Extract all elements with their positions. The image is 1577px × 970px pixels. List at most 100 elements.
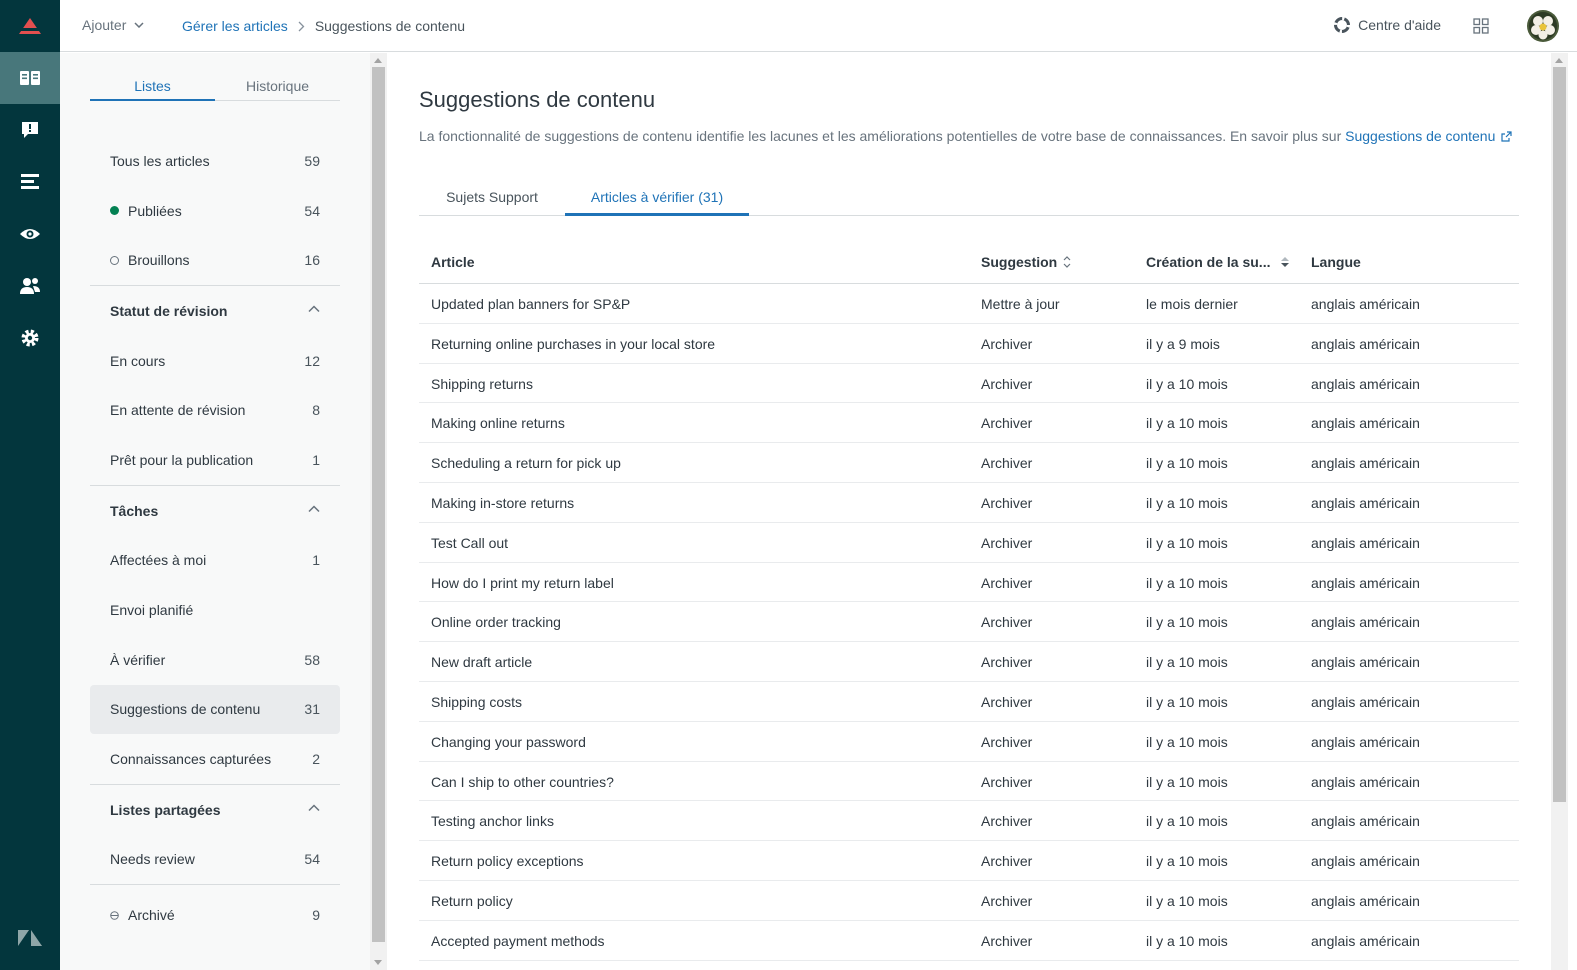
table-row[interactable]: Scheduling a return for pick up Archiver i… — [419, 443, 1519, 483]
sidebar-item-in-progress[interactable]: En cours 12 — [90, 336, 340, 386]
sort-icon — [1063, 256, 1071, 268]
add-menu-button[interactable]: Ajouter — [82, 17, 144, 33]
table-row[interactable]: Making in-store returns Archiver il y a 10… — [419, 483, 1519, 523]
column-header-article[interactable]: Article — [431, 254, 475, 270]
table-row[interactable]: Online order tracking Archiver il y a 10 m… — [419, 602, 1519, 643]
created-cell: il y a 10 mois — [1146, 574, 1228, 591]
section-shared-lists[interactable]: Listes partagées — [90, 785, 340, 835]
language-cell: anglais américain — [1311, 494, 1420, 511]
table-row[interactable]: Shipping returns Archiver il y a 10 mois an… — [419, 364, 1519, 404]
sidebar-item-all-articles[interactable]: Tous les articles 59 — [90, 136, 340, 186]
sidebar-item-count: 16 — [304, 252, 320, 269]
sidebar-item-count: 54 — [304, 202, 320, 219]
language-cell: anglais américain — [1311, 415, 1420, 432]
suggestion-cell: Archiver — [981, 693, 1033, 710]
sidebar-item-published[interactable]: Publiées 54 — [90, 186, 340, 236]
sidebar-item-archived[interactable]: Archivé 9 — [90, 885, 340, 945]
view-eye-icon[interactable] — [0, 208, 60, 260]
sidebar-item-drafts[interactable]: Brouillons 16 — [90, 235, 340, 285]
scroll-up-icon[interactable] — [374, 58, 382, 63]
column-header-suggestion[interactable]: Suggestion — [981, 254, 1071, 270]
suggestion-cell: Archiver — [981, 415, 1033, 432]
learn-more-link[interactable]: Suggestions de contenu — [1345, 128, 1512, 144]
table-row[interactable]: Test Call out Archiver il y a 10 mois angla… — [419, 523, 1519, 563]
main-content: Suggestions de contenu La fonctionnalité… — [388, 53, 1551, 970]
table-row[interactable]: Testing anchor links Archiver il y a 10 mo… — [419, 801, 1519, 842]
help-center-button[interactable]: Centre d'aide — [1334, 17, 1441, 33]
table-row[interactable]: Making online returns Archiver il y a 10 m… — [419, 403, 1519, 444]
sidebar-item-ready-to-publish[interactable]: Prêt pour la publication 1 — [90, 435, 340, 485]
article-cell: Can I ship to other countries? — [431, 773, 614, 790]
article-cell: How do I print my return label — [431, 574, 614, 591]
table-row[interactable]: Return policy Archiver il y a 10 mois angla… — [419, 881, 1519, 921]
sidebar-scrollbar[interactable] — [370, 53, 387, 970]
sidebar-item-to-verify[interactable]: À vérifier 58 — [90, 635, 340, 685]
section-review-status[interactable]: Statut de révision — [90, 286, 340, 336]
language-cell: anglais américain — [1311, 455, 1420, 472]
product-rail — [0, 0, 60, 970]
user-avatar[interactable] — [1527, 10, 1559, 42]
main-scrollbar[interactable] — [1551, 53, 1568, 970]
guide-logo-icon[interactable] — [0, 0, 60, 52]
feedback-icon[interactable] — [0, 104, 60, 156]
zendesk-logo-icon[interactable] — [0, 914, 60, 962]
tab-history[interactable]: Historique — [215, 77, 340, 101]
scrollbar-thumb[interactable] — [1553, 67, 1566, 802]
table-row[interactable]: Changing your password Archiver il y a 10 … — [419, 722, 1519, 762]
suggestion-cell: Archiver — [981, 455, 1033, 472]
published-status-icon — [110, 206, 119, 216]
column-header-label: Suggestion — [981, 254, 1058, 270]
language-cell: anglais américain — [1311, 296, 1420, 312]
created-cell: le mois dernier — [1146, 296, 1238, 312]
sidebar-item-label: En attente de révision — [110, 402, 246, 419]
sidebar-item-captured-knowledge[interactable]: Connaissances capturées 2 — [90, 734, 340, 784]
suggestion-cell: Archiver — [981, 335, 1033, 352]
table-row[interactable]: New draft article Archiver il y a 10 mois a… — [419, 642, 1519, 682]
article-cell: Accepted payment methods — [431, 932, 605, 949]
tab-lists[interactable]: Listes — [90, 77, 215, 101]
breadcrumb-link-manage-articles[interactable]: Gérer les articles — [182, 18, 288, 34]
scrollbar-thumb[interactable] — [372, 67, 385, 942]
sidebar-item-label: Brouillons — [128, 252, 190, 269]
breadcrumb: Gérer les articles Suggestions de conten… — [182, 18, 465, 34]
sidebar-item-label: Tous les articles — [110, 152, 210, 169]
table-row[interactable]: Shipping costs Archiver il y a 10 mois angl… — [419, 682, 1519, 722]
user-permissions-icon[interactable] — [0, 260, 60, 312]
sidebar-item-assigned-to-me[interactable]: Affectées à moi 1 — [90, 536, 340, 586]
table-row[interactable]: Accepted payment methods Archiver il y a 1… — [419, 921, 1519, 961]
chevron-right-icon — [298, 21, 305, 31]
sidebar-item-label: Envoi planifié — [110, 602, 194, 619]
suggestion-cell: Archiver — [981, 574, 1033, 591]
settings-gear-icon[interactable] — [0, 312, 60, 364]
language-cell: anglais américain — [1311, 654, 1420, 671]
sidebar-item-awaiting-review[interactable]: En attente de révision 8 — [90, 385, 340, 435]
language-cell: anglais américain — [1311, 574, 1420, 591]
articles-icon[interactable] — [0, 52, 60, 104]
table-row[interactable]: Returning online purchases in your local… — [419, 324, 1519, 364]
suggestion-cell: Mettre à jour — [981, 296, 1060, 312]
table-row[interactable]: Return policy exceptions Archiver il y a 1… — [419, 841, 1519, 881]
sidebar-item-content-cues[interactable]: Suggestions de contenu 31 — [90, 684, 340, 735]
section-tasks[interactable]: Tâches — [90, 486, 340, 536]
sidebar-item-scheduled[interactable]: Envoi planifié — [90, 585, 340, 635]
scroll-down-icon[interactable] — [374, 960, 382, 965]
breadcrumb-current: Suggestions de contenu — [314, 18, 466, 34]
lifebuoy-icon — [1334, 17, 1351, 33]
sidebar-item-needs-review[interactable]: Needs review 54 — [90, 835, 340, 885]
section-title: Listes partagées — [110, 801, 221, 818]
table-row[interactable]: How do I print my return label Archiver il… — [419, 563, 1519, 603]
column-header-created[interactable]: Création de la su... — [1146, 254, 1290, 270]
column-header-language[interactable]: Langue — [1311, 254, 1361, 270]
product-tray-icon[interactable] — [1473, 18, 1489, 34]
sidebar-item-label: Publiées — [128, 202, 182, 219]
table-row[interactable]: Updated plan banners for SP&P Mettre à jo… — [419, 284, 1519, 324]
scroll-up-icon[interactable] — [1555, 58, 1563, 63]
article-cell: Returning online purchases in your local… — [431, 335, 716, 352]
sidebar-item-count: 1 — [312, 552, 320, 569]
tab-articles-to-verify[interactable]: Articles à vérifier (31) — [565, 186, 749, 216]
sidebar-tabs: Listes Historique — [90, 77, 340, 101]
article-cell: Shipping returns — [431, 375, 533, 392]
table-row[interactable]: Can I ship to other countries? Archiver il… — [419, 762, 1519, 802]
arrange-content-icon[interactable] — [0, 156, 60, 208]
tab-support-topics[interactable]: Sujets Support — [419, 186, 565, 216]
